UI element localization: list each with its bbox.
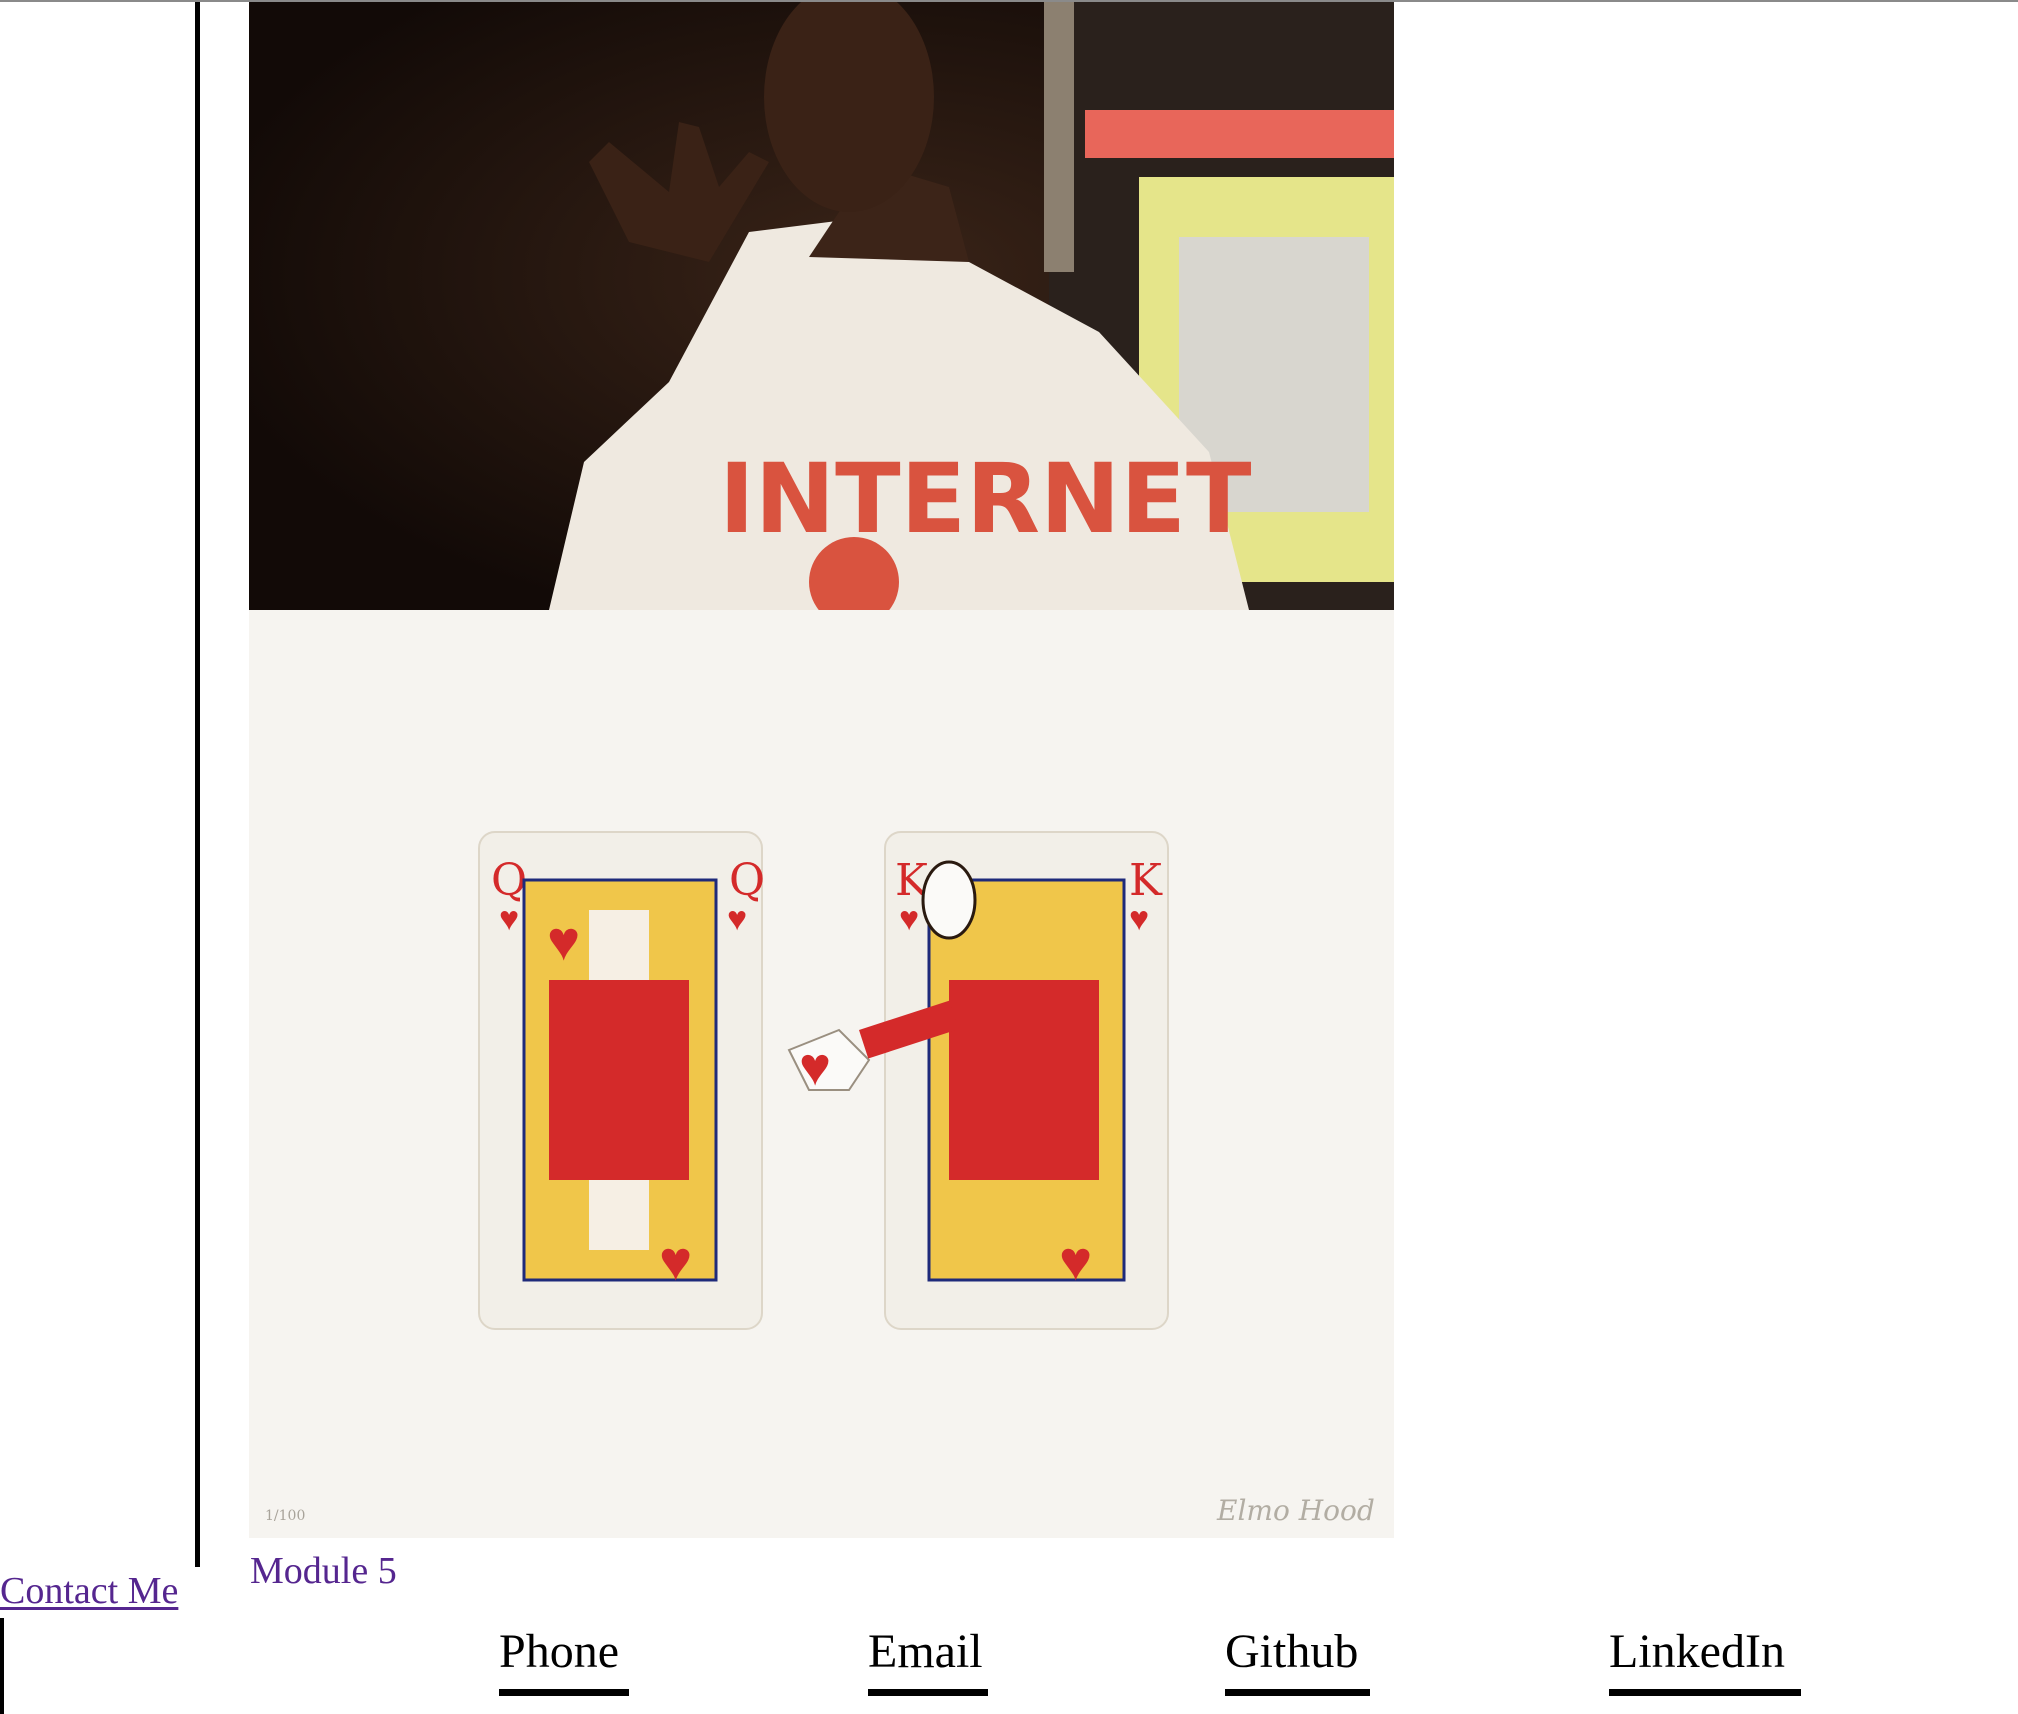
heart-icon: ♥ <box>727 901 747 938</box>
heart-icon: ♥ <box>1129 901 1149 938</box>
shirt-text: INTERNET <box>719 443 1251 555</box>
contact-me-link[interactable]: Contact Me <box>0 1569 178 1613</box>
phone-link[interactable]: Phone <box>499 1625 629 1696</box>
vertical-divider <box>195 2 200 1567</box>
queen-of-hearts-card: Q Q ♥ ♥ ♥ ♥ <box>478 831 765 1330</box>
portrait-image: INTERNET <box>249 2 1394 610</box>
heart-icon: ♥ <box>499 901 519 938</box>
playing-cards-artwork: Q Q ♥ ♥ ♥ ♥ K K ♥ ♥ ♥ ♥ 1/100 Elmo Hood <box>249 610 1394 1538</box>
phone-underline <box>499 1688 629 1696</box>
heart-icon: ♥ <box>547 911 580 973</box>
linkedin-link[interactable]: LinkedIn <box>1609 1625 1801 1696</box>
email-label: Email <box>868 1625 983 1678</box>
tape-red <box>1085 110 1394 158</box>
heart-icon: ♥ <box>799 1037 831 1097</box>
card-rank: Q <box>491 855 527 906</box>
heart-icon: ♥ <box>899 901 919 938</box>
artist-signature: Elmo Hood <box>1216 1494 1375 1527</box>
heart-icon: ♥ <box>659 1231 692 1293</box>
linkedin-label: LinkedIn <box>1609 1625 1785 1678</box>
burned-hole <box>921 860 977 940</box>
king-of-hearts-card: K K ♥ ♥ ♥ <box>884 831 1169 1330</box>
portrait-photo: INTERNET <box>249 2 1394 610</box>
artwork-image: Q Q ♥ ♥ ♥ ♥ K K ♥ ♥ ♥ ♥ 1/100 Elmo Hood <box>249 610 1394 1538</box>
edition-number: 1/100 <box>265 1508 305 1524</box>
email-underline <box>868 1688 988 1696</box>
card-rank: K <box>1129 855 1163 906</box>
github-label: Github <box>1225 1625 1359 1678</box>
github-link[interactable]: Github <box>1225 1625 1370 1696</box>
contact-nav: Phone Email Github LinkedIn <box>0 1620 2018 1714</box>
phone-label: Phone <box>499 1625 619 1678</box>
module-5-link[interactable]: Module 5 <box>250 1549 397 1593</box>
github-underline <box>1225 1688 1370 1696</box>
heart-icon: ♥ <box>1059 1231 1092 1293</box>
email-link[interactable]: Email <box>868 1625 988 1696</box>
card-rank: Q <box>729 855 765 906</box>
linkedin-underline <box>1609 1688 1801 1696</box>
